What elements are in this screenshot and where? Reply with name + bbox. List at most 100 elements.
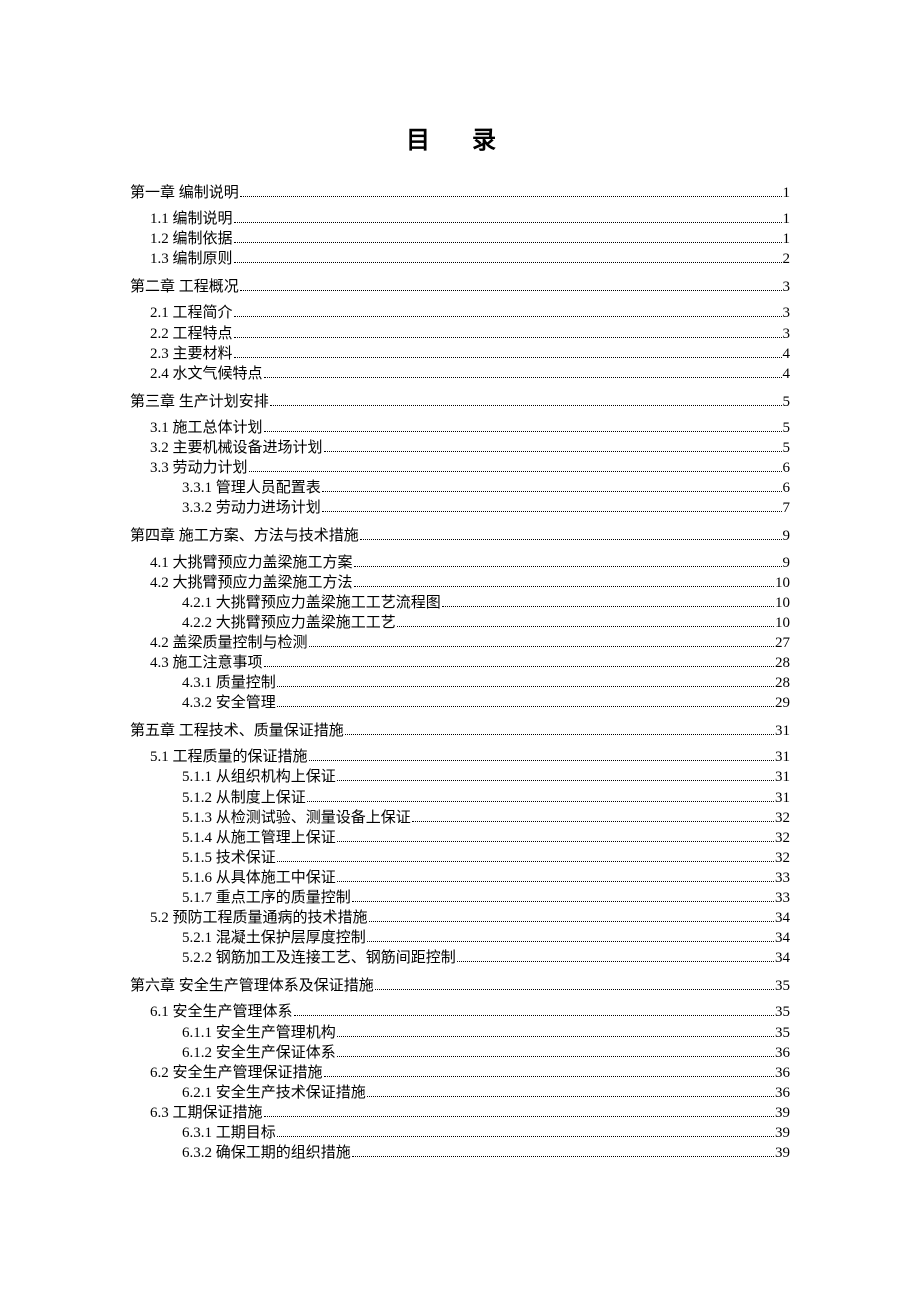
toc-label: 4.3 施工注意事项 (150, 653, 263, 673)
toc-page: 31 (775, 747, 790, 767)
toc-entry: 2.3 主要材料4 (130, 344, 790, 364)
toc-leader (345, 734, 774, 735)
toc-entry: 2.1 工程简介3 (130, 303, 790, 323)
toc-label: 3.3.1 管理人员配置表 (182, 478, 321, 498)
toc-label: 4.3.2 安全管理 (182, 693, 276, 713)
toc-page: 33 (775, 888, 790, 908)
toc-page: 39 (775, 1123, 790, 1143)
toc-leader (354, 566, 782, 567)
toc-leader (337, 780, 774, 781)
toc-leader (352, 1156, 774, 1157)
toc-page: 28 (775, 653, 790, 673)
toc-entry: 1.2 编制依据 1 (130, 229, 790, 249)
toc-leader (397, 626, 774, 627)
toc-page: 4 (783, 344, 791, 364)
toc-entry: 5.1.5 技术保证32 (130, 848, 790, 868)
toc-label: 6.1.2 安全生产保证体系 (182, 1043, 336, 1063)
toc-label: 4.2.1 大挑臂预应力盖梁施工工艺流程图 (182, 593, 441, 613)
toc-label: 6.2.1 安全生产技术保证措施 (182, 1083, 366, 1103)
toc-leader (322, 511, 782, 512)
toc-label: 5.1.4 从施工管理上保证 (182, 828, 336, 848)
toc-entry: 6.1 安全生产管理体系35 (130, 1002, 790, 1022)
toc-entry: 2.2 工程特点3 (130, 324, 790, 344)
toc-label: 4.2 盖梁质量控制与检测 (150, 633, 308, 653)
toc-label: 5.1.5 技术保证 (182, 848, 276, 868)
toc-page: 35 (775, 1002, 790, 1022)
toc-leader (240, 290, 782, 291)
toc-page: 7 (783, 498, 791, 518)
toc-page: 39 (775, 1103, 790, 1123)
toc-label: 6.1.1 安全生产管理机构 (182, 1023, 336, 1043)
toc-page: 32 (775, 828, 790, 848)
toc-entry: 4.2 盖梁质量控制与检测27 (130, 633, 790, 653)
toc-leader (352, 901, 774, 902)
toc-label: 第四章 施工方案、方法与技术措施 (130, 526, 359, 546)
toc-leader (277, 686, 774, 687)
toc-label: 5.1.3 从检测试验、测量设备上保证 (182, 808, 411, 828)
toc-leader (264, 431, 782, 432)
toc-label: 5.1.2 从制度上保证 (182, 788, 306, 808)
toc-leader (309, 646, 774, 647)
toc-page: 29 (775, 693, 790, 713)
toc-leader (324, 451, 782, 452)
toc-leader (234, 262, 782, 263)
toc-label: 1.2 编制依据 (150, 229, 233, 249)
toc-page: 34 (775, 948, 790, 968)
toc-entry: 5.1.1 从组织机构上保证31 (130, 767, 790, 787)
toc-page: 3 (783, 324, 791, 344)
toc-entry: 6.1.2 安全生产保证体系36 (130, 1043, 790, 1063)
toc-page: 3 (783, 303, 791, 323)
toc-label: 第二章 工程概况 (130, 277, 239, 297)
toc-entry: 第二章 工程概况 3 (130, 277, 790, 297)
toc-leader (322, 491, 782, 492)
toc-leader (294, 1015, 774, 1016)
toc-page: 28 (775, 673, 790, 693)
toc-leader (277, 1136, 774, 1137)
toc-page: 9 (783, 526, 791, 546)
toc-entry: 第三章 生产计划安排5 (130, 392, 790, 412)
toc-entry: 3.3 劳动力计划6 (130, 458, 790, 478)
toc-leader (264, 666, 774, 667)
toc-label: 3.3.2 劳动力进场计划 (182, 498, 321, 518)
toc-entry: 4.2.1 大挑臂预应力盖梁施工工艺流程图 10 (130, 593, 790, 613)
toc-page: 10 (775, 593, 790, 613)
toc-page: 6 (783, 458, 791, 478)
toc-label: 2.4 水文气候特点 (150, 364, 263, 384)
toc-entry: 第四章 施工方案、方法与技术措施 9 (130, 526, 790, 546)
toc-page: 5 (783, 438, 791, 458)
toc-page: 39 (775, 1143, 790, 1163)
toc-page: 4 (783, 364, 791, 384)
toc-page: 5 (783, 418, 791, 438)
toc-label: 6.2 安全生产管理保证措施 (150, 1063, 323, 1083)
toc-entry: 2.4 水文气候特点 4 (130, 364, 790, 384)
toc-label: 5.1.1 从组织机构上保证 (182, 767, 336, 787)
toc-entry: 6.3 工期保证措施39 (130, 1103, 790, 1123)
table-of-contents: 第一章 编制说明1 1.1 编制说明 11.2 编制依据 11.3 编制原则2 第二章 … (130, 183, 790, 1163)
toc-leader (264, 1116, 774, 1117)
toc-entry: 第一章 编制说明1 (130, 183, 790, 203)
toc-label: 3.2 主要机械设备进场计划 (150, 438, 323, 458)
toc-label: 5.1.6 从具体施工中保证 (182, 868, 336, 888)
toc-label: 4.2 大挑臂预应力盖梁施工方法 (150, 573, 353, 593)
toc-label: 第五章 工程技术、质量保证措施 (130, 721, 344, 741)
toc-leader (307, 801, 774, 802)
toc-entry: 1.3 编制原则2 (130, 249, 790, 269)
toc-page: 3 (783, 277, 791, 297)
toc-label: 1.1 编制说明 (150, 209, 233, 229)
toc-leader (234, 316, 782, 317)
toc-entry: 4.2.2 大挑臂预应力盖梁施工工艺10 (130, 613, 790, 633)
toc-entry: 5.1.3 从检测试验、测量设备上保证32 (130, 808, 790, 828)
toc-leader (324, 1076, 774, 1077)
toc-page: 1 (783, 229, 791, 249)
toc-page: 10 (775, 573, 790, 593)
toc-leader (234, 357, 782, 358)
toc-leader (337, 1036, 774, 1037)
toc-label: 5.2 预防工程质量通病的技术措施 (150, 908, 368, 928)
toc-leader (277, 861, 774, 862)
toc-entry: 第六章 安全生产管理体系及保证措施35 (130, 976, 790, 996)
toc-entry: 3.3.2 劳动力进场计划 7 (130, 498, 790, 518)
toc-leader (369, 921, 774, 922)
toc-leader (264, 377, 782, 378)
toc-page: 31 (775, 788, 790, 808)
toc-leader (375, 989, 774, 990)
